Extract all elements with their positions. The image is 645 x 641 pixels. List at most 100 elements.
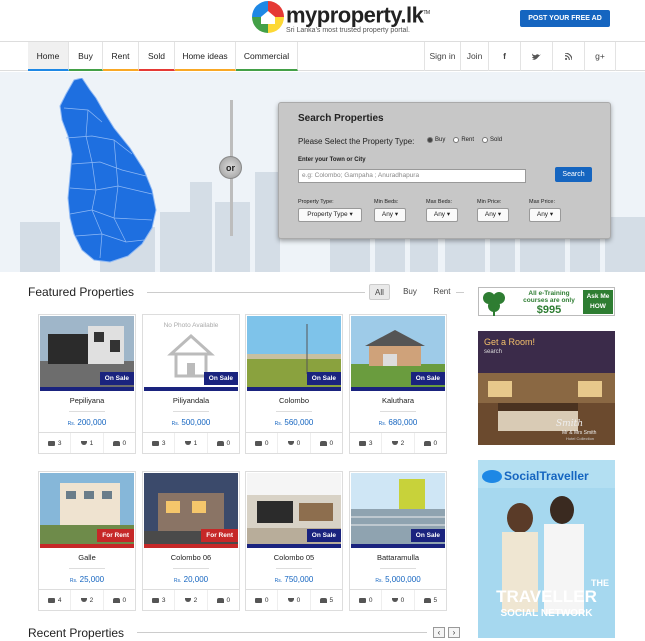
post-free-ad-button[interactable]: POST YOUR FREE AD bbox=[520, 10, 610, 27]
recent-next-button[interactable]: › bbox=[448, 627, 460, 638]
bed-icon bbox=[254, 597, 262, 603]
nav-sold[interactable]: Sold bbox=[139, 42, 175, 71]
property-location[interactable]: Galle bbox=[39, 553, 135, 562]
nav-home-ideas[interactable]: Home ideas bbox=[175, 42, 236, 71]
property-price: 680,000 bbox=[388, 418, 418, 427]
facebook-icon[interactable]: f bbox=[488, 42, 520, 71]
max-beds-dropdown[interactable]: Any ▾ bbox=[426, 208, 458, 222]
property-location[interactable]: Colombo 06 bbox=[143, 553, 239, 562]
cars-stat: 0 bbox=[104, 590, 135, 610]
bed-icon bbox=[358, 597, 366, 603]
ad-social-traveller[interactable]: SocialTraveller THE TRAVELLER SOCIAL NET… bbox=[478, 460, 615, 638]
property-card[interactable]: On Sale Pepiliyana Rs. 200,000 3 1 0 bbox=[38, 314, 136, 454]
currency-label: Rs. bbox=[274, 578, 283, 584]
ad1-price: $995 bbox=[536, 304, 562, 316]
site-logo[interactable]: myproperty.lkTM Sri Lanka's most trusted… bbox=[252, 1, 430, 34]
bath-icon bbox=[391, 598, 398, 602]
google-plus-icon[interactable]: g+ bbox=[584, 42, 616, 71]
currency-label: Rs. bbox=[171, 421, 180, 427]
beds-stat: 0 bbox=[246, 433, 279, 453]
filter-tab-buy[interactable]: Buy bbox=[400, 284, 420, 300]
property-card[interactable]: For Rent Galle Rs. 25,000 4 2 0 bbox=[38, 471, 136, 611]
property-location[interactable]: Battaramulla bbox=[350, 553, 446, 562]
beds-stat: 3 bbox=[143, 590, 176, 610]
bath-icon bbox=[80, 598, 87, 602]
baths-stat: 0 bbox=[278, 590, 311, 610]
ad-etraining[interactable]: All e-Training courses are only $995 Ask… bbox=[478, 287, 615, 316]
property-location[interactable]: Colombo bbox=[246, 396, 342, 405]
property-stats: 310 bbox=[143, 432, 239, 453]
property-price: 500,000 bbox=[181, 418, 211, 427]
car-icon bbox=[216, 440, 224, 446]
property-location[interactable]: Piliyandala bbox=[143, 396, 239, 405]
property-card[interactable]: On Sale Colombo Rs. 560,000 0 0 0 bbox=[245, 314, 343, 454]
sri-lanka-map[interactable] bbox=[52, 78, 172, 268]
ad3-brand: SocialTraveller bbox=[504, 469, 589, 483]
property-stats: 320 bbox=[350, 432, 446, 453]
property-card[interactable]: On Sale Battaramulla Rs. 5,000,000 0 0 5 bbox=[349, 471, 447, 611]
radio-rent[interactable]: Rent bbox=[453, 137, 474, 143]
currency-label: Rs. bbox=[173, 578, 182, 584]
property-price: 20,000 bbox=[183, 575, 209, 584]
car-icon bbox=[319, 597, 327, 603]
property-location[interactable]: Pepiliyana bbox=[39, 396, 135, 405]
bed-icon bbox=[47, 597, 55, 603]
rss-icon[interactable] bbox=[552, 42, 584, 71]
twitter-icon[interactable] bbox=[520, 42, 552, 71]
ad3-main: TRAVELLER bbox=[496, 587, 597, 606]
property-type-prompt: Please Select the Property Type: bbox=[298, 137, 415, 146]
nav-home[interactable]: Home bbox=[28, 42, 69, 71]
ad3-sub: SOCIAL NETWORK bbox=[500, 608, 593, 619]
baths-stat: 1 bbox=[71, 433, 104, 453]
logo-house-icon bbox=[252, 1, 284, 33]
search-title: Search Properties bbox=[298, 113, 384, 124]
min-beds-dropdown[interactable]: Any ▾ bbox=[374, 208, 406, 222]
featured-properties-heading: Featured Properties bbox=[28, 285, 135, 299]
ad-get-a-room[interactable]: Get a Room! search Smith Mr & Mrs Smith … bbox=[478, 331, 615, 445]
filter-label-max-beds: Max Beds: bbox=[426, 199, 452, 205]
ad1-line2: courses are only bbox=[523, 297, 575, 304]
join-link[interactable]: Join bbox=[460, 42, 488, 71]
top-header: myproperty.lkTM Sri Lanka's most trusted… bbox=[0, 0, 645, 40]
ad1-ask-me-how: Ask Me HOW bbox=[583, 290, 613, 314]
filter-label-property-type: Property Type: bbox=[298, 199, 334, 205]
property-card[interactable]: On Sale Colombo 05 Rs. 750,000 0 0 5 bbox=[245, 471, 343, 611]
nav-buy[interactable]: Buy bbox=[69, 42, 103, 71]
property-price: 560,000 bbox=[284, 418, 314, 427]
search-panel: Search Properties Please Select the Prop… bbox=[278, 102, 611, 239]
logo-tagline: Sri Lanka's most trusted property portal… bbox=[286, 27, 410, 35]
property-card[interactable]: No Photo Available On Sale Piliyandala Rs. … bbox=[142, 314, 240, 454]
bath-icon bbox=[391, 441, 398, 445]
car-icon bbox=[112, 440, 120, 446]
radio-sold[interactable]: Sold bbox=[482, 137, 502, 143]
town-search-input[interactable]: e.g: Colombo; Gampaha ; Anuradhapura bbox=[298, 169, 526, 183]
filter-tab-rent[interactable]: Rent bbox=[430, 284, 454, 300]
nav-commercial[interactable]: Commercial bbox=[236, 42, 298, 71]
cars-stat: 0 bbox=[311, 433, 342, 453]
car-icon bbox=[423, 597, 431, 603]
property-stats: 000 bbox=[246, 432, 342, 453]
or-label: or bbox=[219, 156, 242, 179]
ad2-sub2: Hotel Collection bbox=[566, 436, 595, 441]
nav-rent[interactable]: Rent bbox=[103, 42, 139, 71]
ad2-title: Get a Room! bbox=[484, 337, 536, 347]
search-button[interactable]: Search bbox=[555, 167, 592, 182]
status-badge: On Sale bbox=[306, 372, 341, 385]
status-badge: For Rent bbox=[97, 529, 134, 542]
property-type-dropdown[interactable]: Property Type ▾ bbox=[298, 208, 362, 222]
sign-in-link[interactable]: Sign in bbox=[424, 42, 460, 71]
radio-buy[interactable]: Buy bbox=[427, 137, 445, 143]
property-card[interactable]: For Rent Colombo 06 Rs. 20,000 3 2 0 bbox=[142, 471, 240, 611]
min-price-dropdown[interactable]: Any ▾ bbox=[477, 208, 509, 222]
filter-tab-all[interactable]: All bbox=[369, 284, 390, 300]
recent-prev-button[interactable]: ‹ bbox=[433, 627, 445, 638]
property-location[interactable]: Colombo 05 bbox=[246, 553, 342, 562]
property-price: 25,000 bbox=[79, 575, 105, 584]
property-card[interactable]: On Sale Kaluthara Rs. 680,000 3 2 0 bbox=[349, 314, 447, 454]
baths-stat: 0 bbox=[382, 590, 415, 610]
property-stats: 320 bbox=[143, 589, 239, 610]
max-price-dropdown[interactable]: Any ▾ bbox=[529, 208, 561, 222]
main-nav: Home Buy Rent Sold Home ideas Commercial… bbox=[0, 41, 645, 71]
currency-label: Rs. bbox=[378, 421, 387, 427]
property-location[interactable]: Kaluthara bbox=[350, 396, 446, 405]
